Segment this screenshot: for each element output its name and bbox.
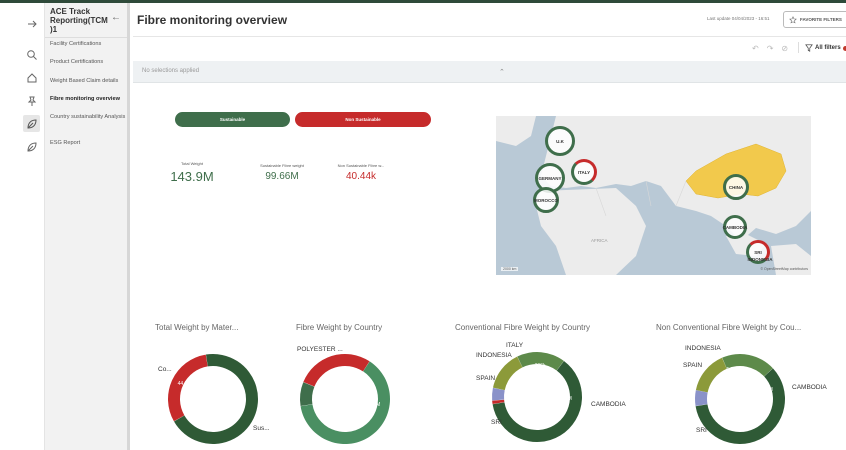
clear-selections-icon[interactable]: ⊘ [781,44,788,53]
redo-icon[interactable]: ↷ [767,44,774,53]
selections-text: No selections applied [142,68,200,74]
chart-title-total-weight: Total Weight by Mater... [155,323,239,332]
page-title: Fibre monitoring overview [137,13,288,27]
star-icon [789,15,797,23]
nav-item-esg-report[interactable]: ESG Report [50,140,128,147]
kpi-non-sustainable-label: Non Sustainable Fibre w... [337,163,385,168]
nav-item-fibre-monitoring[interactable]: Fibre monitoring overview [50,96,128,103]
nav-item-product-certifications[interactable]: Product Certifications [50,59,128,66]
sheet-navigation: ACE Track Reporting(TCM )1 ← Facility Ce… [45,3,130,450]
sustainable-button[interactable]: Sustainable [175,112,290,127]
map-marker-cambodia[interactable]: CAMBODIA [723,215,747,239]
chevron-up-icon[interactable]: ⌃ [499,68,505,76]
map-attribution: © OpenStreetMap contributors [760,267,808,271]
home-icon[interactable] [23,69,40,86]
app-title: ACE Track Reporting(TCM )1 [50,7,108,34]
chart-title-non-conventional: Non Conventional Fibre Weight by Cou... [656,323,802,332]
nav-item-facility-certifications[interactable]: Facility Certifications [50,41,128,48]
map-marker-italy[interactable]: ITALY [571,159,597,185]
map-marker-indonesia[interactable]: INDONESIA [748,255,773,263]
divider [45,37,127,38]
arrow-right-icon[interactable] [23,15,40,32]
chart-title-conventional: Conventional Fibre Weight by Country [455,323,591,332]
kpi-non-sustainable-value: 40.44k [345,171,377,182]
leaf-icon[interactable] [23,115,40,132]
nav-item-country-sustainability[interactable]: Country sustainability Analysis [50,114,128,121]
icon-rail [18,3,45,450]
header: Fibre monitoring overview Last update 04… [133,3,846,37]
kpi-sustainable-label: Sustainable Fibre weight [260,163,304,168]
map-region-label-africa: AFRICA [591,238,608,243]
selection-tools: ↶ ↷ ⊘ [752,44,788,53]
pin-icon[interactable] [23,92,40,109]
selections-bar[interactable]: No selections applied ⌃ [133,61,846,83]
map-marker-morocco[interactable]: MOROCCO [533,187,559,213]
undo-icon[interactable]: ↶ [752,44,759,53]
search-icon[interactable] [23,46,40,63]
filter-icon [805,44,813,52]
leaf-icon[interactable] [23,138,40,155]
nav-item-weight-based-claim[interactable]: Weight Based Claim details [50,78,128,85]
map-marker-uk[interactable]: U.K [545,126,575,156]
collapse-arrow-icon[interactable]: ← [111,12,121,23]
kpi-total-weight-label: Total Weight [181,161,203,166]
map-marker-china[interactable]: CHINA [723,174,749,200]
kpi-sustainable-value: 99.66M [265,171,299,182]
chart-title-fibre-weight: Fibre Weight by Country [296,323,383,332]
all-filters-label: All filters [815,45,841,51]
map-scale: 2000 km [501,267,519,271]
kpi-total-weight-value: 143.9M [170,169,214,184]
last-update-text: Last update 04/04/2023 - 16:51 [707,16,770,21]
favorite-filters-button[interactable]: FAVORITE FILTERS [783,11,846,28]
toolbar-separator [798,42,799,53]
all-filters-button[interactable]: All filters [805,44,846,52]
favorite-filters-label: FAVORITE FILTERS [800,17,842,22]
non-sustainable-button[interactable]: Non Sustainable [295,112,431,127]
